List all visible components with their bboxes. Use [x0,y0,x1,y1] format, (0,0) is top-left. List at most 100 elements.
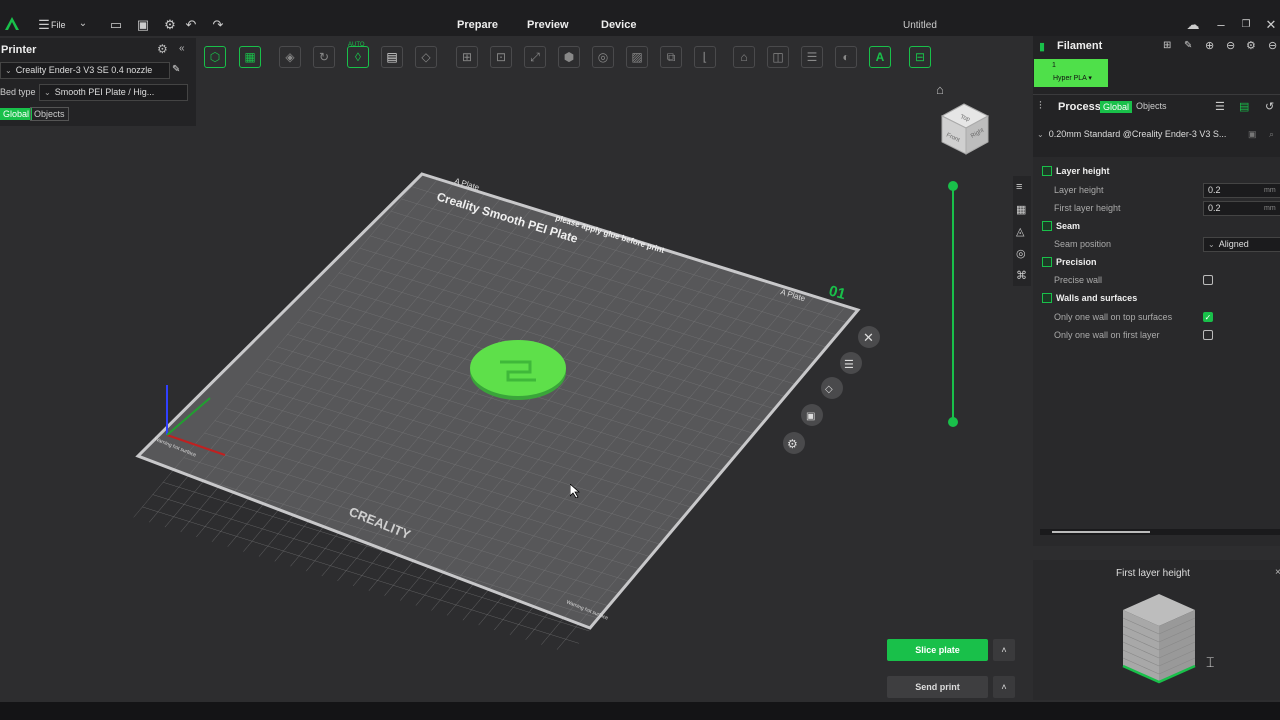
printer-settings-gear-icon[interactable]: ⚙ [157,42,168,56]
one-wall-top-checkbox[interactable]: ✓ [1203,312,1213,322]
hollow-icon[interactable]: ◎ [592,46,614,68]
send-print-button[interactable]: Send print [887,676,988,698]
orient-icon[interactable]: ◈ [279,46,301,68]
color-paint-icon[interactable]: ◐ [835,46,857,68]
split-objects-icon[interactable]: ⊞ [456,46,478,68]
tab-preview[interactable]: Preview [527,19,569,31]
close-icon[interactable]: ✕ [1263,17,1279,33]
plate-auto-orient-icon[interactable]: ◇ [821,377,843,399]
objects-toggle[interactable]: Objects [30,107,69,121]
help-card-close-icon[interactable]: × [1275,567,1280,578]
layer-height-value: 0.2 [1208,185,1221,195]
process-global-toggle[interactable]: Global [1100,101,1133,113]
add-plate-icon[interactable]: ▦ [239,46,261,68]
svg-text:▣: ▣ [806,411,815,422]
printed-object[interactable] [470,340,566,400]
rotate-icon[interactable]: ↻ [313,46,335,68]
first-layer-height-input[interactable]: 0.2 mm [1203,201,1280,216]
scrollbar-thumb[interactable] [1052,531,1150,533]
save-preset-icon[interactable]: ▣ [1248,129,1257,140]
collapse-panel-icon[interactable]: « [179,43,185,54]
maximize-icon[interactable]: ❐ [1238,17,1254,33]
text-tool-icon[interactable]: A [869,46,891,68]
seam-paint-icon[interactable]: ⌂ [733,46,755,68]
process-list-icon[interactable]: ☰ [1215,100,1225,113]
edit-printer-pencil-icon[interactable]: ✎ [172,64,180,75]
split-parts-icon[interactable]: ⊡ [490,46,512,68]
process-objects-toggle[interactable]: Objects [1136,101,1167,111]
erase-icon[interactable]: ◇ [415,46,437,68]
seam-position-select[interactable]: ⌄ Aligned [1203,237,1280,252]
process-reset-icon[interactable]: ↺ [1265,100,1274,113]
redo-icon[interactable]: ↷ [210,17,226,33]
assembly-view-icon[interactable]: ⊟ [909,46,931,68]
layers-icon[interactable]: ☰ [801,46,823,68]
global-toggle[interactable]: Global [0,108,33,120]
plate-lock-icon[interactable]: ▣ [801,404,823,426]
svg-text:◇: ◇ [825,384,833,395]
walls-section-icon [1042,293,1052,303]
bed-type-select[interactable]: ⌄ Smooth PEI Plate / Hig... [39,84,188,101]
filament-settings-gear-icon[interactable]: ⚙ [1246,39,1256,52]
add-object-cube-icon[interactable]: ⬡ [204,46,226,68]
boolean-icon[interactable]: ⧉ [660,46,682,68]
tab-device[interactable]: Device [601,19,636,31]
settings-gear-icon[interactable]: ⚙ [162,17,178,33]
layer-height-label: Layer height [1054,185,1104,195]
filament-title: Filament [1057,40,1103,52]
filament-panel-icon: ▮ [1039,41,1046,53]
auto-orient-icon[interactable]: ◊ [347,46,369,68]
first-layer-height-label: First layer height [1054,203,1121,213]
process-compare-icon[interactable]: ▤ [1239,100,1249,113]
precise-wall-checkbox[interactable] [1203,275,1213,285]
chevron-down-icon[interactable]: ⌄ [75,16,91,32]
layers-view-icon[interactable]: ≡ [1016,181,1022,193]
one-wall-first-checkbox[interactable] [1203,330,1213,340]
view-cube[interactable]: Top Front Right [938,100,992,158]
filament-slot-1[interactable]: 1 Hyper PLA ▾ [1034,59,1108,87]
search-preset-icon[interactable]: ⌕ [1269,129,1274,140]
plate-settings-gear-icon[interactable]: ⚙ [783,432,805,454]
cloud-upload-icon[interactable]: ☁ [1185,17,1201,33]
section-precision: Precision [1056,257,1097,267]
measure-icon[interactable]: ⌊ [694,46,716,68]
top-bar: ☰ File ⌄ ▭ ▣ ⚙ ↶ ↷ Prepare Preview Devic… [0,0,1280,36]
printer-title: Printer [1,44,37,56]
process-preset-select[interactable]: ⌄ 0.20mm Standard @Creality Ender-3 V3 S.… [1037,126,1242,142]
grid-view-icon[interactable]: ▦ [1016,203,1026,216]
slice-dropdown-button[interactable]: ˄ [993,639,1015,661]
filament-brush-icon[interactable]: ✎ [1184,40,1192,51]
save-icon[interactable]: ▣ [135,17,151,33]
send-dropdown-button[interactable]: ˄ [993,676,1015,698]
layer-height-input[interactable]: 0.2 mm [1203,183,1280,198]
layer-slider[interactable] [952,186,954,422]
filament-edit-icon[interactable]: ⊞ [1163,40,1171,51]
scale-icon[interactable]: ⤢ [524,46,546,68]
arrange-icon[interactable]: ▤ [381,46,403,68]
home-view-icon[interactable]: ⌂ [936,82,944,97]
plate-arrange-icon[interactable]: ☰ [840,352,862,374]
menu-icon[interactable]: ☰ [36,17,52,33]
support-view-icon[interactable]: ⌘ [1016,269,1027,282]
printer-select[interactable]: ⌄ Creality Ender-3 V3 SE 0.4 nozzle [0,62,170,79]
minimize-icon[interactable]: – [1213,17,1229,33]
remove-filament-icon[interactable]: ⊖ [1226,39,1235,52]
app-logo-icon [5,17,19,30]
add-filament-icon[interactable]: ⊕ [1205,39,1214,52]
target-view-icon[interactable]: ◎ [1016,247,1026,260]
open-folder-icon[interactable]: ▭ [108,17,124,33]
plate-close-icon[interactable]: ✕ [858,326,880,348]
support-paint-icon[interactable]: ▨ [626,46,648,68]
paint-view-icon[interactable]: ◬ [1016,225,1024,238]
fuzzy-skin-icon[interactable]: ◫ [767,46,789,68]
layer-slider-bottom-handle[interactable] [948,417,958,427]
tab-prepare[interactable]: Prepare [457,19,498,31]
filament-collapse-icon[interactable]: ⊖ [1268,39,1277,52]
file-menu[interactable]: File [51,20,66,30]
undo-icon[interactable]: ↶ [183,17,199,33]
settings-scrollbar[interactable] [1040,529,1280,535]
slice-plate-button[interactable]: Slice plate [887,639,988,661]
cube-view-icon[interactable]: ⬢ [558,46,580,68]
build-plate-viewport[interactable]: Creality Smooth PEI Plate please apply g… [120,150,900,650]
layer-slider-top-handle[interactable] [948,181,958,191]
